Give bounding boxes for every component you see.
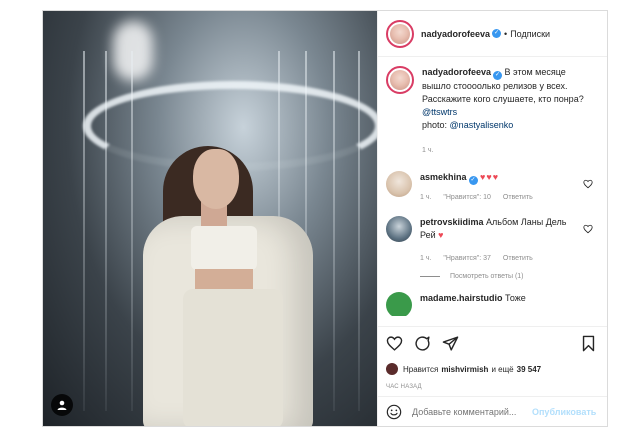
caption-mention[interactable]: @ttswtrs: [422, 107, 457, 117]
caption-time[interactable]: 1 ч.: [422, 147, 433, 154]
post-actions: Нравится mishvirmish и ещё 39 547 ЧАС НА…: [378, 326, 607, 390]
following-button[interactable]: Подписки: [510, 29, 550, 39]
commenter-avatar[interactable]: [386, 292, 412, 316]
figure-top: [191, 226, 257, 270]
author-username[interactable]: nadyadorofeeva: [421, 29, 490, 39]
comment-text: Тоже: [505, 293, 526, 303]
user-tag-button[interactable]: [51, 394, 73, 416]
instagram-post: nadyadorofeeva ✓ • Подписки nadyadorofee…: [42, 10, 608, 427]
comment: madame.hairstudio Тоже: [386, 292, 599, 316]
reply-button[interactable]: Ответить: [503, 194, 533, 201]
view-replies-label[interactable]: Посмотреть ответы (1): [450, 273, 524, 280]
figure-face: [193, 149, 239, 209]
light-streak: [83, 51, 85, 411]
separator-dot: •: [504, 28, 508, 39]
likes-middle: и ещё: [491, 364, 514, 374]
comments-list[interactable]: nadyadorofeeva ✓ В этом месяце вышло стоо…: [378, 58, 607, 316]
comment-like-heart-icon[interactable]: [583, 224, 593, 234]
comment-time[interactable]: 1 ч.: [420, 194, 431, 201]
comment-icon[interactable]: [414, 335, 431, 352]
heart-emoji: ♥: [438, 230, 445, 240]
reply-button[interactable]: Ответить: [503, 255, 533, 262]
likes-prefix: Нравится: [403, 364, 439, 374]
liker-avatar[interactable]: [386, 363, 398, 375]
verified-icon: ✓: [468, 176, 478, 185]
comment-likes[interactable]: "Нравится": 10: [443, 194, 491, 201]
view-replies-button[interactable]: Посмотреть ответы (1): [420, 273, 599, 280]
commenter-avatar[interactable]: [386, 171, 412, 197]
share-icon[interactable]: [442, 335, 459, 352]
caption-avatar[interactable]: [386, 66, 414, 94]
action-icons: [386, 333, 599, 361]
caption-author[interactable]: nadyadorofeeva: [422, 67, 491, 77]
liker-username[interactable]: mishvirmish: [441, 365, 488, 374]
add-comment-input[interactable]: [412, 406, 530, 417]
post-photo[interactable]: [43, 11, 377, 426]
publish-button[interactable]: Опубликовать: [532, 407, 596, 417]
heart-emoji: ♥♥♥: [480, 172, 500, 182]
bookmark-icon[interactable]: [580, 335, 597, 352]
caption-photo-label: photo:: [422, 120, 448, 130]
add-comment-bar: Опубликовать: [378, 396, 607, 426]
heart-icon[interactable]: [386, 335, 403, 352]
comment-author[interactable]: petrovskiidima: [420, 217, 484, 227]
figure-belly: [195, 269, 253, 291]
light-glow: [113, 21, 153, 81]
comment: petrovskiidima Альбом Ланы Дель Рей ♥ 1 …: [386, 216, 599, 265]
emoji-icon[interactable]: [386, 404, 402, 420]
comment: asmekhina ✓ ♥♥♥ 1 ч. "Нравится": 10 Ответ…: [386, 171, 599, 204]
figure-pants: [183, 289, 283, 426]
comment-likes[interactable]: "Нравится": 37: [443, 255, 491, 262]
author-avatar[interactable]: [386, 19, 414, 48]
commenter-avatar[interactable]: [386, 216, 412, 242]
comment-time[interactable]: 1 ч.: [420, 255, 431, 262]
verified-icon: ✓: [493, 71, 503, 80]
post-sidebar: nadyadorofeeva ✓ • Подписки nadyadorofee…: [377, 11, 607, 426]
comment-like-heart-icon[interactable]: [583, 179, 593, 189]
replies-divider: [420, 276, 440, 277]
caption-mention[interactable]: @nastyalisenko: [450, 120, 514, 130]
comment-author[interactable]: madame.hairstudio: [420, 293, 503, 303]
likes-count[interactable]: 39 547: [517, 365, 541, 374]
caption: nadyadorofeeva ✓ В этом месяце вышло стоо…: [386, 66, 599, 157]
comment-author[interactable]: asmekhina: [420, 172, 467, 182]
post-header: nadyadorofeeva ✓ • Подписки: [378, 11, 607, 57]
likes-summary: Нравится mishvirmish и ещё 39 547: [386, 363, 599, 375]
user-tag-icon: [57, 400, 67, 410]
post-time-ago[interactable]: ЧАС НАЗАД: [386, 384, 599, 390]
verified-icon: ✓: [492, 29, 502, 38]
